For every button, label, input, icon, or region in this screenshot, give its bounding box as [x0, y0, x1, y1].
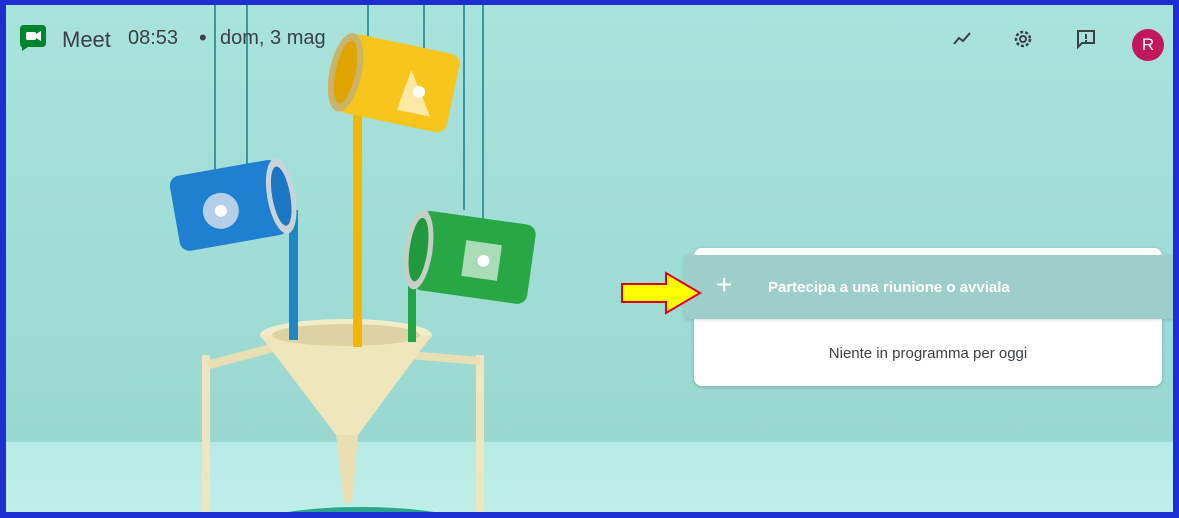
join-or-start-meeting-button[interactable]: + Partecipa a una riunione o avviala	[684, 255, 1173, 319]
plus-icon: +	[716, 269, 733, 300]
join-button-label: Partecipa a una riunione o avviala	[768, 279, 1010, 296]
separator-dot: •	[199, 25, 207, 50]
top-bar: Meet 08:53 • dom, 3 mag R	[6, 5, 1173, 65]
meet-logo-icon	[20, 25, 46, 51]
current-time: 08:53	[128, 27, 179, 49]
meet-window: Meet 08:53 • dom, 3 mag R + Partecipa a …	[0, 0, 1179, 518]
user-avatar[interactable]: R	[1132, 29, 1164, 61]
app-name: Meet	[62, 27, 111, 52]
settings-gear-icon[interactable]	[1011, 27, 1035, 51]
paint-cans-illustration	[169, 5, 536, 512]
annotation-arrow-icon	[621, 271, 702, 315]
empty-schedule-message: Niente in programma per oggi	[828, 345, 1028, 362]
activity-chart-icon[interactable]	[950, 27, 974, 51]
current-date: dom, 3 mag	[220, 27, 326, 49]
feedback-icon[interactable]	[1074, 27, 1098, 51]
